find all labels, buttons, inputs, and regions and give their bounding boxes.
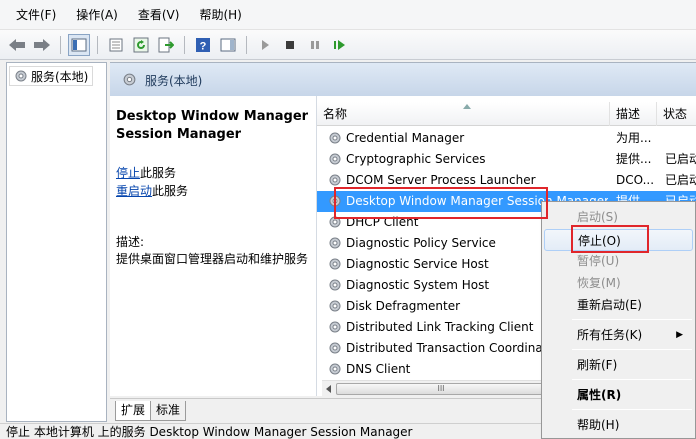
show-console-tree-icon[interactable]	[68, 33, 90, 56]
menu-action[interactable]: 操作(A)	[66, 5, 128, 25]
scroll-thumb[interactable]: III	[336, 383, 546, 395]
service-name-cell: DCOM Server Process Launcher	[346, 173, 536, 187]
menu-separator	[572, 409, 692, 410]
service-status-cell: 已启动	[665, 152, 696, 166]
menu-item-pause[interactable]: 暂停(U)	[544, 250, 693, 272]
restart-suffix: 此服务	[152, 184, 189, 198]
gear-icon	[328, 173, 342, 190]
back-icon[interactable]	[6, 34, 28, 56]
column-header-description[interactable]: 描述	[610, 102, 657, 126]
table-row[interactable]: DCOM Server Process Launcher DCO... 已启动	[317, 170, 696, 191]
gear-icon	[328, 320, 342, 337]
menu-item-start[interactable]: 启动(S)	[544, 206, 693, 228]
toolbar-separator	[97, 35, 98, 54]
forward-icon[interactable]	[31, 34, 53, 56]
context-menu: 启动(S) 停止(O) 暂停(U) 恢复(M) 重新启动(E) 所有任务(K) …	[541, 201, 696, 439]
gear-icon	[328, 194, 342, 211]
menu-item-properties[interactable]: 属性(R)	[544, 384, 693, 406]
scroll-left-arrow-icon[interactable]	[326, 385, 331, 393]
pane-header: 服务(本地)	[110, 62, 696, 96]
stop-service-icon[interactable]	[279, 34, 301, 56]
tab-standard[interactable]: 标准	[150, 401, 187, 421]
menu-separator	[572, 319, 692, 320]
help-icon[interactable]: ?	[192, 34, 214, 56]
menu-help[interactable]: 帮助(H)	[189, 5, 251, 25]
sort-ascending-icon	[463, 104, 471, 109]
description-label: 描述:	[116, 235, 145, 249]
gear-icon	[328, 152, 342, 169]
start-service-icon[interactable]	[254, 34, 276, 56]
restart-service-link[interactable]: 重启动	[116, 184, 152, 198]
column-header-name[interactable]: 名称	[317, 102, 610, 126]
properties-icon[interactable]	[105, 34, 127, 56]
tree-item-label: 服务(本地)	[31, 69, 89, 84]
table-row[interactable]: Credential Manager 为用...	[317, 128, 696, 149]
service-description-cell: 为用...	[616, 131, 652, 145]
service-name-cell: Cryptographic Services	[346, 152, 486, 166]
gear-icon	[328, 131, 342, 148]
menu-view[interactable]: 查看(V)	[128, 5, 190, 25]
gear-icon	[123, 73, 136, 86]
tree-item-services-local[interactable]: 服务(本地)	[9, 66, 94, 86]
menu-item-help[interactable]: 帮助(H)	[544, 414, 693, 436]
column-header-status[interactable]: 状态	[657, 102, 696, 126]
toolbar: ?	[0, 30, 696, 60]
service-status-cell: 已启动	[665, 173, 696, 187]
description-panel: Desktop Window Manager Session Manager 停…	[110, 96, 316, 396]
gear-icon	[328, 341, 342, 358]
toolbar-separator	[60, 35, 61, 54]
service-title: Desktop Window Manager Session Manager	[116, 109, 309, 142]
refresh-icon[interactable]	[130, 34, 152, 56]
menu-separator	[572, 379, 692, 380]
service-name-cell: Credential Manager	[346, 131, 465, 145]
menu-item-all-tasks-label: 所有任务(K)	[577, 328, 643, 342]
column-name-label: 名称	[323, 107, 348, 121]
table-row[interactable]: Cryptographic Services 提供... 已启动	[317, 149, 696, 170]
svg-text:?: ?	[200, 40, 207, 52]
export-list-icon[interactable]	[155, 34, 177, 56]
submenu-arrow-icon: ▶	[676, 330, 683, 340]
stop-service-link[interactable]: 停止	[116, 166, 140, 180]
description-text: 提供桌面窗口管理器启动和维护服务	[116, 252, 309, 266]
gear-icon	[328, 362, 342, 379]
menu-item-stop[interactable]: 停止(O)	[544, 229, 693, 251]
gear-icon	[328, 257, 342, 274]
pause-service-icon[interactable]	[304, 34, 326, 56]
menu-separator	[572, 349, 692, 350]
service-description-cell: 提供...	[616, 152, 652, 166]
console-tree: 服务(本地)	[6, 62, 107, 422]
tab-extended[interactable]: 扩展	[115, 401, 152, 421]
gear-icon	[328, 278, 342, 295]
scroll-thumb-grip: III	[437, 384, 445, 393]
column-header-row: 名称 描述 状态	[317, 102, 696, 126]
menu-item-all-tasks[interactable]: 所有任务(K) ▶	[544, 324, 693, 346]
menu-file[interactable]: 文件(F)	[6, 5, 66, 25]
pane-header-title: 服务(本地)	[145, 74, 203, 88]
action-pane-icon[interactable]	[217, 34, 239, 56]
restart-service-icon[interactable]	[329, 34, 351, 56]
gear-icon	[328, 215, 342, 232]
menu-item-refresh[interactable]: 刷新(F)	[544, 354, 693, 376]
menu-bar: 文件(F) 操作(A) 查看(V) 帮助(H)	[0, 0, 696, 30]
service-description-cell: DCO...	[616, 173, 655, 187]
restart-line: 重启动此服务	[116, 182, 188, 199]
gear-icon	[328, 236, 342, 253]
menu-item-resume[interactable]: 恢复(M)	[544, 272, 693, 294]
gear-icon	[328, 299, 342, 316]
stop-line: 停止此服务	[116, 164, 176, 181]
menu-item-restart[interactable]: 重新启动(E)	[544, 294, 693, 316]
toolbar-separator	[184, 35, 185, 54]
gear-icon	[15, 70, 27, 82]
stop-suffix: 此服务	[140, 166, 177, 180]
toolbar-separator	[246, 35, 247, 54]
